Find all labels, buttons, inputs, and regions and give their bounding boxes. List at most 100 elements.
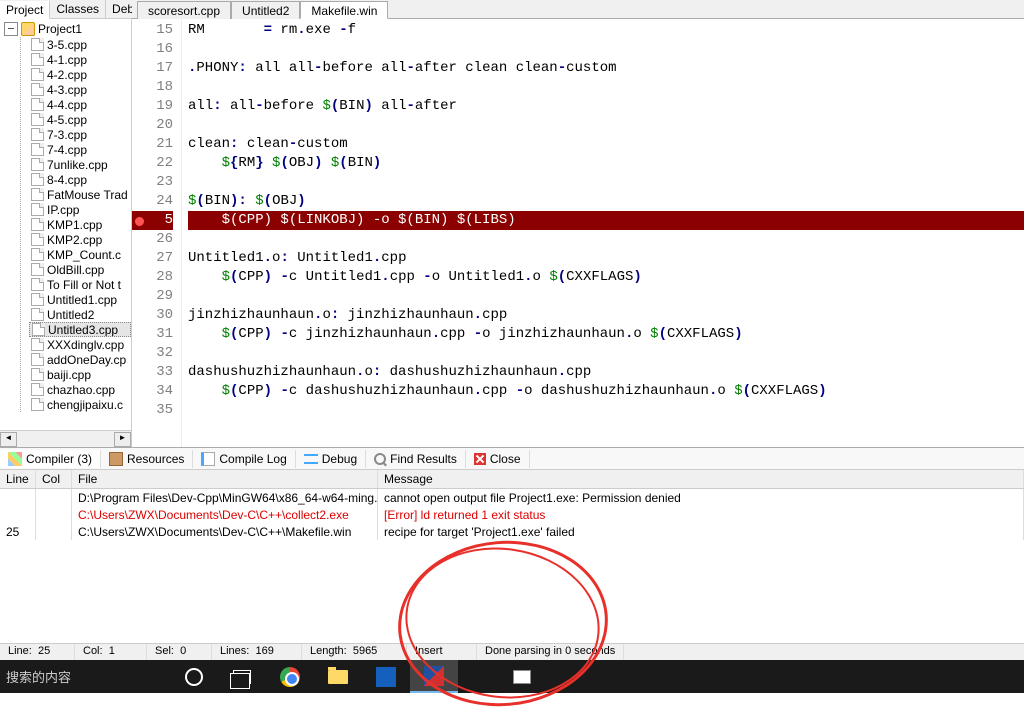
code-line[interactable]: $(CPP) -c Untitled1.cpp -o Untitled1.o $… [188, 268, 1024, 287]
tab-makefile[interactable]: Makefile.win [300, 1, 388, 19]
line-number[interactable]: 29 [132, 287, 173, 306]
code-content[interactable]: RM = rm.exe -f .PHONY: all all-before all… [182, 19, 1024, 447]
devcpp-icon[interactable] [410, 660, 458, 693]
code-line[interactable] [188, 173, 1024, 192]
line-number[interactable]: 30 [132, 306, 173, 325]
code-line[interactable]: $(CPP) -c dashushuzhizhaunhaun.cpp -o da… [188, 382, 1024, 401]
file-item[interactable]: Untitled1.cpp [29, 292, 131, 307]
line-number[interactable]: 28 [132, 268, 173, 287]
code-line[interactable] [188, 344, 1024, 363]
file-item[interactable]: Untitled3.cpp [29, 322, 131, 337]
line-number[interactable]: 17 [132, 59, 173, 78]
code-line[interactable]: RM = rm.exe -f [188, 21, 1024, 40]
tab-scoresort[interactable]: scoresort.cpp [137, 1, 231, 19]
code-line[interactable]: .PHONY: all all-before all-after clean c… [188, 59, 1024, 78]
line-number[interactable]: 18 [132, 78, 173, 97]
line-number[interactable]: 31 [132, 325, 173, 344]
code-line[interactable]: $(CPP) -c jinzhizhaunhaun.cpp -o jinzhiz… [188, 325, 1024, 344]
file-item[interactable]: baiji.cpp [29, 367, 131, 382]
line-number[interactable]: 15 [132, 21, 173, 40]
file-item[interactable]: 4-2.cpp [29, 67, 131, 82]
taskview-icon[interactable] [218, 660, 266, 693]
collapse-icon[interactable] [4, 22, 18, 36]
line-number[interactable]: 32 [132, 344, 173, 363]
line-number[interactable]: 5 [132, 211, 173, 230]
file-item[interactable]: KMP1.cpp [29, 217, 131, 232]
project-root[interactable]: Project1 [4, 21, 131, 37]
terminal-icon[interactable] [498, 660, 546, 693]
file-item[interactable]: 7unlike.cpp [29, 157, 131, 172]
code-line[interactable] [188, 230, 1024, 249]
output-tab[interactable]: Close [466, 450, 530, 468]
line-number[interactable]: 16 [132, 40, 173, 59]
file-item[interactable]: KMP2.cpp [29, 232, 131, 247]
code-line[interactable]: Untitled1.o: Untitled1.cpp [188, 249, 1024, 268]
line-number[interactable]: 22 [132, 154, 173, 173]
line-number[interactable]: 33 [132, 363, 173, 382]
file-item[interactable]: Untitled2 [29, 307, 131, 322]
project-tree[interactable]: Project1 3-5.cpp4-1.cpp4-2.cpp4-3.cpp4-4… [0, 19, 131, 430]
windows-taskbar[interactable]: 搜索的内容 [0, 660, 1024, 693]
cortana-icon[interactable] [170, 660, 218, 693]
sidebar-tab-classes[interactable]: Classes [50, 0, 106, 18]
file-item[interactable]: To Fill or Not t [29, 277, 131, 292]
sidebar-hscroll[interactable]: ◄ ► [0, 430, 131, 447]
file-item[interactable]: chazhao.cpp [29, 382, 131, 397]
output-tab[interactable]: Find Results [366, 450, 466, 468]
code-line[interactable]: $(CPP) $(LINKOBJ) -o $(BIN) $(LIBS) [188, 211, 1024, 230]
line-number[interactable]: 21 [132, 135, 173, 154]
error-row[interactable]: 25C:\Users\ZWX\Documents\Dev-C\C++\Makef… [0, 523, 1024, 540]
code-line[interactable] [188, 40, 1024, 59]
file-item[interactable]: 4-1.cpp [29, 52, 131, 67]
code-line[interactable]: all: all-before $(BIN) all-after [188, 97, 1024, 116]
error-row[interactable]: D:\Program Files\Dev-Cpp\MinGW64\x86_64-… [0, 489, 1024, 506]
col-file[interactable]: File [72, 470, 378, 488]
code-line[interactable] [188, 287, 1024, 306]
line-number[interactable]: 24 [132, 192, 173, 211]
file-item[interactable]: 3-5.cpp [29, 37, 131, 52]
line-number[interactable]: 20 [132, 116, 173, 135]
code-line[interactable] [188, 116, 1024, 135]
output-tab[interactable]: Compile Log [193, 450, 295, 468]
tab-untitled2[interactable]: Untitled2 [231, 1, 300, 19]
taskbar-search[interactable]: 搜索的内容 [0, 667, 170, 686]
code-editor[interactable]: 1516171819202122232452627282930313233343… [132, 19, 1024, 447]
line-gutter[interactable]: 1516171819202122232452627282930313233343… [132, 19, 182, 447]
code-line[interactable]: clean: clean-custom [188, 135, 1024, 154]
code-line[interactable]: $(BIN): $(OBJ) [188, 192, 1024, 211]
scroll-left-icon[interactable]: ◄ [0, 432, 17, 447]
file-item[interactable]: 4-4.cpp [29, 97, 131, 112]
col-col[interactable]: Col [36, 470, 72, 488]
file-item[interactable]: OldBill.cpp [29, 262, 131, 277]
blue-app-icon[interactable] [362, 660, 410, 693]
line-number[interactable]: 34 [132, 382, 173, 401]
col-msg[interactable]: Message [378, 470, 1024, 488]
line-number[interactable]: 27 [132, 249, 173, 268]
file-item[interactable]: 4-3.cpp [29, 82, 131, 97]
code-line[interactable]: dashushuzhizhaunhaun.o: dashushuzhizhaun… [188, 363, 1024, 382]
file-item[interactable]: XXXdinglv.cpp [29, 337, 131, 352]
file-item[interactable]: KMP_Count.c [29, 247, 131, 262]
sidebar-tab-project[interactable]: Project [0, 1, 50, 19]
file-item[interactable]: 7-4.cpp [29, 142, 131, 157]
error-row[interactable]: C:\Users\ZWX\Documents\Dev-C\C++\collect… [0, 506, 1024, 523]
code-line[interactable] [188, 401, 1024, 420]
output-tab[interactable]: Resources [101, 450, 193, 468]
file-item[interactable]: IP.cpp [29, 202, 131, 217]
output-tab[interactable]: Compiler (3) [0, 450, 101, 468]
code-line[interactable]: ${RM} $(OBJ) $(BIN) [188, 154, 1024, 173]
file-item[interactable]: chengjipaixu.c [29, 397, 131, 412]
file-item[interactable]: addOneDay.cp [29, 352, 131, 367]
line-number[interactable]: 35 [132, 401, 173, 420]
scroll-right-icon[interactable]: ► [114, 432, 131, 447]
line-number[interactable]: 26 [132, 230, 173, 249]
line-number[interactable]: 19 [132, 97, 173, 116]
compiler-messages[interactable]: Line Col File Message D:\Program Files\D… [0, 470, 1024, 643]
file-item[interactable]: 4-5.cpp [29, 112, 131, 127]
output-tab[interactable]: Debug [296, 450, 366, 468]
code-line[interactable]: jinzhizhaunhaun.o: jinzhizhaunhaun.cpp [188, 306, 1024, 325]
col-line[interactable]: Line [0, 470, 36, 488]
file-explorer-icon[interactable] [314, 660, 362, 693]
line-number[interactable]: 23 [132, 173, 173, 192]
code-line[interactable] [188, 78, 1024, 97]
